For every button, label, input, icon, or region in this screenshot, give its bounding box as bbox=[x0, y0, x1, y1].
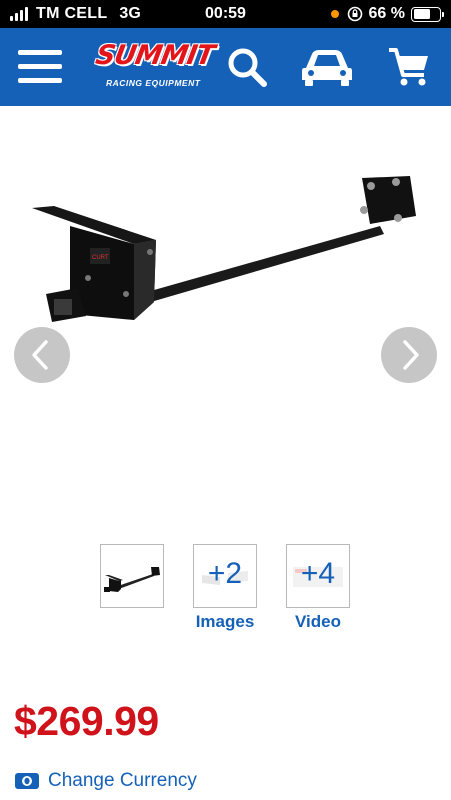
summit-logo[interactable]: SUMMIT RACING EQUIPMENT bbox=[93, 40, 217, 94]
product-image[interactable]: CURT bbox=[30, 166, 425, 336]
cart-icon bbox=[389, 48, 428, 86]
rotation-lock-icon bbox=[347, 6, 362, 22]
chevron-left-icon bbox=[32, 340, 48, 370]
chevron-right-icon bbox=[403, 340, 419, 370]
status-right: 66 % bbox=[330, 5, 444, 23]
video-link[interactable]: Video bbox=[278, 612, 358, 632]
svg-text:CURT: CURT bbox=[92, 255, 109, 261]
thumbnail-hitch-image bbox=[104, 567, 160, 592]
logo-wordmark: SUMMIT bbox=[93, 40, 217, 71]
video-count: +4 bbox=[300, 557, 336, 590]
status-bar: TM CELL 3G 00:59 66 % bbox=[0, 0, 451, 28]
change-currency-label: Change Currency bbox=[48, 770, 197, 791]
previous-image-button[interactable] bbox=[14, 327, 70, 383]
change-currency-link[interactable]: Change Currency bbox=[14, 770, 197, 792]
cart-button[interactable] bbox=[386, 44, 432, 90]
garage-button[interactable] bbox=[300, 44, 354, 90]
search-icon bbox=[228, 48, 267, 87]
battery-fill bbox=[413, 9, 430, 19]
search-button[interactable] bbox=[224, 44, 270, 90]
thumbnail-main-image[interactable] bbox=[100, 544, 164, 608]
more-images-count: +2 bbox=[207, 557, 243, 590]
logo-tagline: RACING EQUIPMENT bbox=[106, 78, 201, 88]
product-gallery: CURT bbox=[0, 106, 451, 526]
images-link[interactable]: Images bbox=[185, 612, 265, 632]
currency-icon bbox=[15, 773, 39, 789]
product-price: $269.99 bbox=[14, 698, 159, 744]
car-icon bbox=[302, 50, 352, 86]
thumbnail-strip: +2 +4 Images Video bbox=[0, 544, 451, 634]
battery-percent: 66 % bbox=[368, 5, 405, 22]
thumbnail-videos[interactable]: +4 bbox=[286, 544, 350, 608]
site-header: SUMMIT RACING EQUIPMENT bbox=[0, 28, 451, 106]
menu-button[interactable] bbox=[18, 50, 62, 84]
recording-dot-icon bbox=[330, 10, 339, 18]
menu-icon bbox=[18, 50, 62, 55]
battery-icon bbox=[411, 6, 444, 22]
next-image-button[interactable] bbox=[381, 327, 437, 383]
thumbnail-more-images[interactable]: +2 bbox=[193, 544, 257, 608]
